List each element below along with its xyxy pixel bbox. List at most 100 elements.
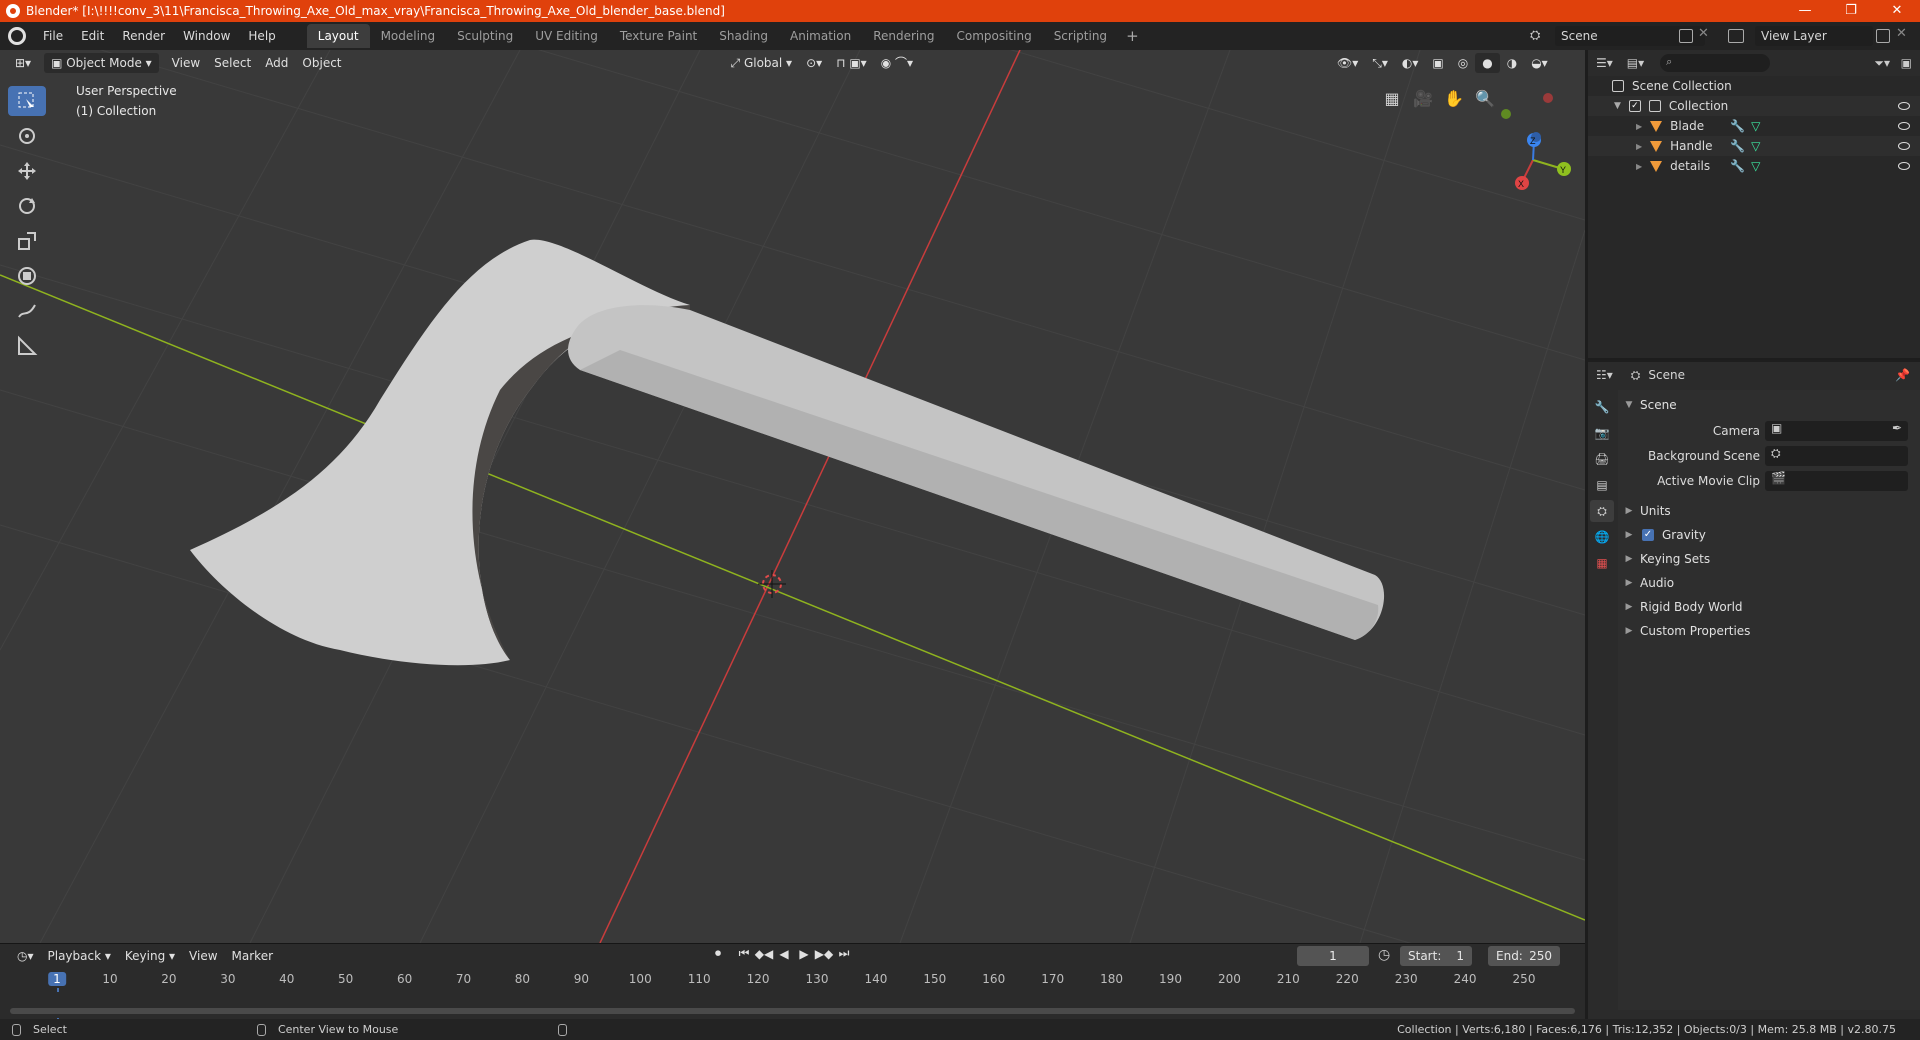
add-workspace-button[interactable]: +	[1118, 27, 1147, 45]
details-expand-icon[interactable]: ▶	[1636, 162, 1642, 171]
handle-mesh-data-icon[interactable]: ▽	[1751, 139, 1760, 153]
tab-texture-paint[interactable]: Texture Paint	[609, 24, 708, 48]
menu-file[interactable]: File	[34, 22, 72, 50]
menu-keying[interactable]: Keying ▾	[118, 946, 182, 966]
scene-selector-icon[interactable]: ⛭	[1530, 28, 1548, 44]
menu-edit[interactable]: Edit	[72, 22, 113, 50]
tab-sculpting[interactable]: Sculpting	[446, 24, 524, 48]
maximize-button[interactable]: ❐	[1828, 0, 1874, 22]
camera-view-icon[interactable]: 🎥	[1411, 87, 1435, 111]
menu-add[interactable]: Add	[258, 53, 295, 73]
handle-visibility-eye-icon[interactable]	[1898, 142, 1910, 150]
camera-field[interactable]: ▣ ✒	[1765, 421, 1908, 441]
tab-layout[interactable]: Layout	[306, 24, 370, 48]
shading-rendered-icon[interactable]: ◒▾	[1524, 53, 1555, 73]
outliner-editor-type-icon[interactable]: ☰▾	[1596, 56, 1613, 70]
measure-tool[interactable]	[8, 331, 46, 361]
zoom-view-icon[interactable]: 🔍	[1473, 87, 1497, 111]
close-button[interactable]: ✕	[1874, 0, 1920, 22]
menu-view[interactable]: View	[165, 53, 207, 73]
jump-end-icon[interactable]: ⏭	[834, 946, 854, 961]
keying-sets-panel-header[interactable]: ▶ Keying Sets	[1618, 548, 1920, 570]
snap-icon[interactable]: ⊓ ▣▾	[829, 53, 874, 73]
blade-expand-icon[interactable]: ▶	[1636, 122, 1642, 131]
tab-rendering[interactable]: Rendering	[862, 24, 945, 48]
proportional-edit-icon[interactable]: ◉ ⌒▾	[874, 53, 920, 73]
new-scene-icon[interactable]	[1679, 29, 1693, 43]
tab-modeling[interactable]: Modeling	[370, 24, 447, 48]
cursor-tool[interactable]	[8, 121, 46, 151]
transform-orientation-dropdown[interactable]: ⤢ Global ▾	[724, 53, 800, 73]
render-tab-icon[interactable]: 📷	[1590, 422, 1614, 444]
properties-editor-type-icon[interactable]: ☷▾	[1596, 368, 1613, 382]
timeline-editor-type-icon[interactable]: ◷▾	[10, 946, 41, 966]
new-view-layer-icon[interactable]	[1876, 29, 1890, 43]
details-mesh-data-icon[interactable]: ▽	[1751, 159, 1760, 173]
annotate-tool[interactable]	[8, 296, 46, 326]
details-visibility-eye-icon[interactable]	[1898, 162, 1910, 170]
active-movie-clip-field[interactable]: 🎬	[1765, 471, 1908, 491]
jump-start-icon[interactable]: ⏮	[734, 946, 754, 961]
custom-properties-panel-header[interactable]: ▶ Custom Properties	[1618, 620, 1920, 642]
new-collection-icon[interactable]: ▣	[1901, 56, 1912, 70]
blender-menu-icon[interactable]	[8, 27, 26, 45]
menu-playback[interactable]: Playback ▾	[41, 946, 118, 966]
rotate-tool[interactable]	[8, 191, 46, 221]
menu-select[interactable]: Select	[207, 53, 258, 73]
minimize-button[interactable]: —	[1782, 0, 1828, 22]
collection-visibility-eye-icon[interactable]	[1898, 102, 1910, 110]
visibility-icon[interactable]: 👁▾	[1330, 53, 1365, 73]
3d-viewport[interactable]: X Y Z ⊞▾ ▣ Object Mode ▾ View Select Add…	[0, 50, 1585, 943]
texture-tab-icon[interactable]: ▦	[1590, 552, 1614, 574]
view-layer-icon[interactable]	[1728, 29, 1744, 43]
scale-tool[interactable]	[8, 226, 46, 256]
object-mode-dropdown[interactable]: ▣ Object Mode ▾	[44, 53, 159, 73]
menu-marker[interactable]: Marker	[225, 946, 280, 966]
prev-keyframe-icon[interactable]: ◆◀	[754, 947, 774, 961]
blade-mesh-data-icon[interactable]: ▽	[1751, 119, 1760, 133]
current-frame-field[interactable]: 1	[1297, 946, 1369, 966]
tab-compositing[interactable]: Compositing	[945, 24, 1042, 48]
shading-wireframe-icon[interactable]: ◎	[1451, 53, 1475, 73]
collection-checkbox[interactable]: ✓	[1628, 100, 1641, 112]
outliner-row-details[interactable]: ▶ details 🔧 ▽	[1588, 156, 1920, 176]
current-frame-indicator[interactable]: 1	[48, 972, 66, 986]
handle-modifier-icon[interactable]: 🔧	[1730, 139, 1745, 153]
timeline-ruler[interactable]: 1 10 20 30 40 50 60 70 80 90 100 110 120 130 140 150 160…	[0, 968, 1585, 1020]
timeline-track[interactable]	[0, 992, 1585, 1018]
timeline-scrollbar[interactable]	[10, 1008, 1575, 1014]
play-reverse-icon[interactable]: ◀	[774, 947, 794, 961]
shading-material-icon[interactable]: ◑	[1500, 53, 1524, 73]
overlay-toggle-icon[interactable]: ◐▾	[1395, 53, 1426, 73]
world-tab-icon[interactable]: 🌐	[1590, 526, 1614, 548]
scene-panel-header[interactable]: ▼ Scene	[1618, 394, 1920, 416]
outliner-row-handle[interactable]: ▶ Handle 🔧 ▽	[1588, 136, 1920, 156]
navigation-gizmo[interactable]: X Y Z	[1501, 93, 1571, 190]
details-modifier-icon[interactable]: 🔧	[1730, 159, 1745, 173]
gravity-checkbox[interactable]: ✓	[1642, 529, 1654, 541]
audio-panel-header[interactable]: ▶ Audio	[1618, 572, 1920, 594]
outliner-row-scene-collection[interactable]: Scene Collection	[1588, 76, 1920, 96]
next-keyframe-icon[interactable]: ▶◆	[814, 947, 834, 961]
transform-tool[interactable]	[8, 261, 46, 291]
tool-settings-tab-icon[interactable]: 🔧	[1590, 396, 1614, 418]
rigid-body-world-panel-header[interactable]: ▶ Rigid Body World	[1618, 596, 1920, 618]
select-box-tool[interactable]	[8, 86, 46, 116]
editor-type-icon[interactable]: ⊞▾	[8, 53, 38, 73]
tab-uv-editing[interactable]: UV Editing	[524, 24, 609, 48]
remove-view-layer-icon[interactable]: ✕	[1896, 26, 1907, 41]
tab-animation[interactable]: Animation	[779, 24, 862, 48]
record-icon[interactable]: ⏺	[708, 946, 728, 961]
preview-range-clock-icon[interactable]: ◷	[1378, 947, 1390, 963]
output-tab-icon[interactable]: 🖨	[1590, 448, 1614, 470]
view-layer-tab-icon[interactable]: ▤	[1590, 474, 1614, 496]
outliner-search-input[interactable]: ⌕	[1660, 54, 1771, 72]
shading-solid-icon[interactable]: ●	[1475, 53, 1500, 73]
handle-expand-icon[interactable]: ▶	[1636, 142, 1642, 151]
menu-object[interactable]: Object	[295, 53, 348, 73]
units-panel-header[interactable]: ▶ Units	[1618, 500, 1920, 522]
display-mode-icon[interactable]: ▤▾	[1627, 56, 1644, 70]
collection-expand-icon[interactable]: ▼	[1614, 101, 1621, 111]
menu-timeline-view[interactable]: View	[182, 946, 224, 966]
remove-scene-icon[interactable]: ✕	[1698, 26, 1709, 41]
